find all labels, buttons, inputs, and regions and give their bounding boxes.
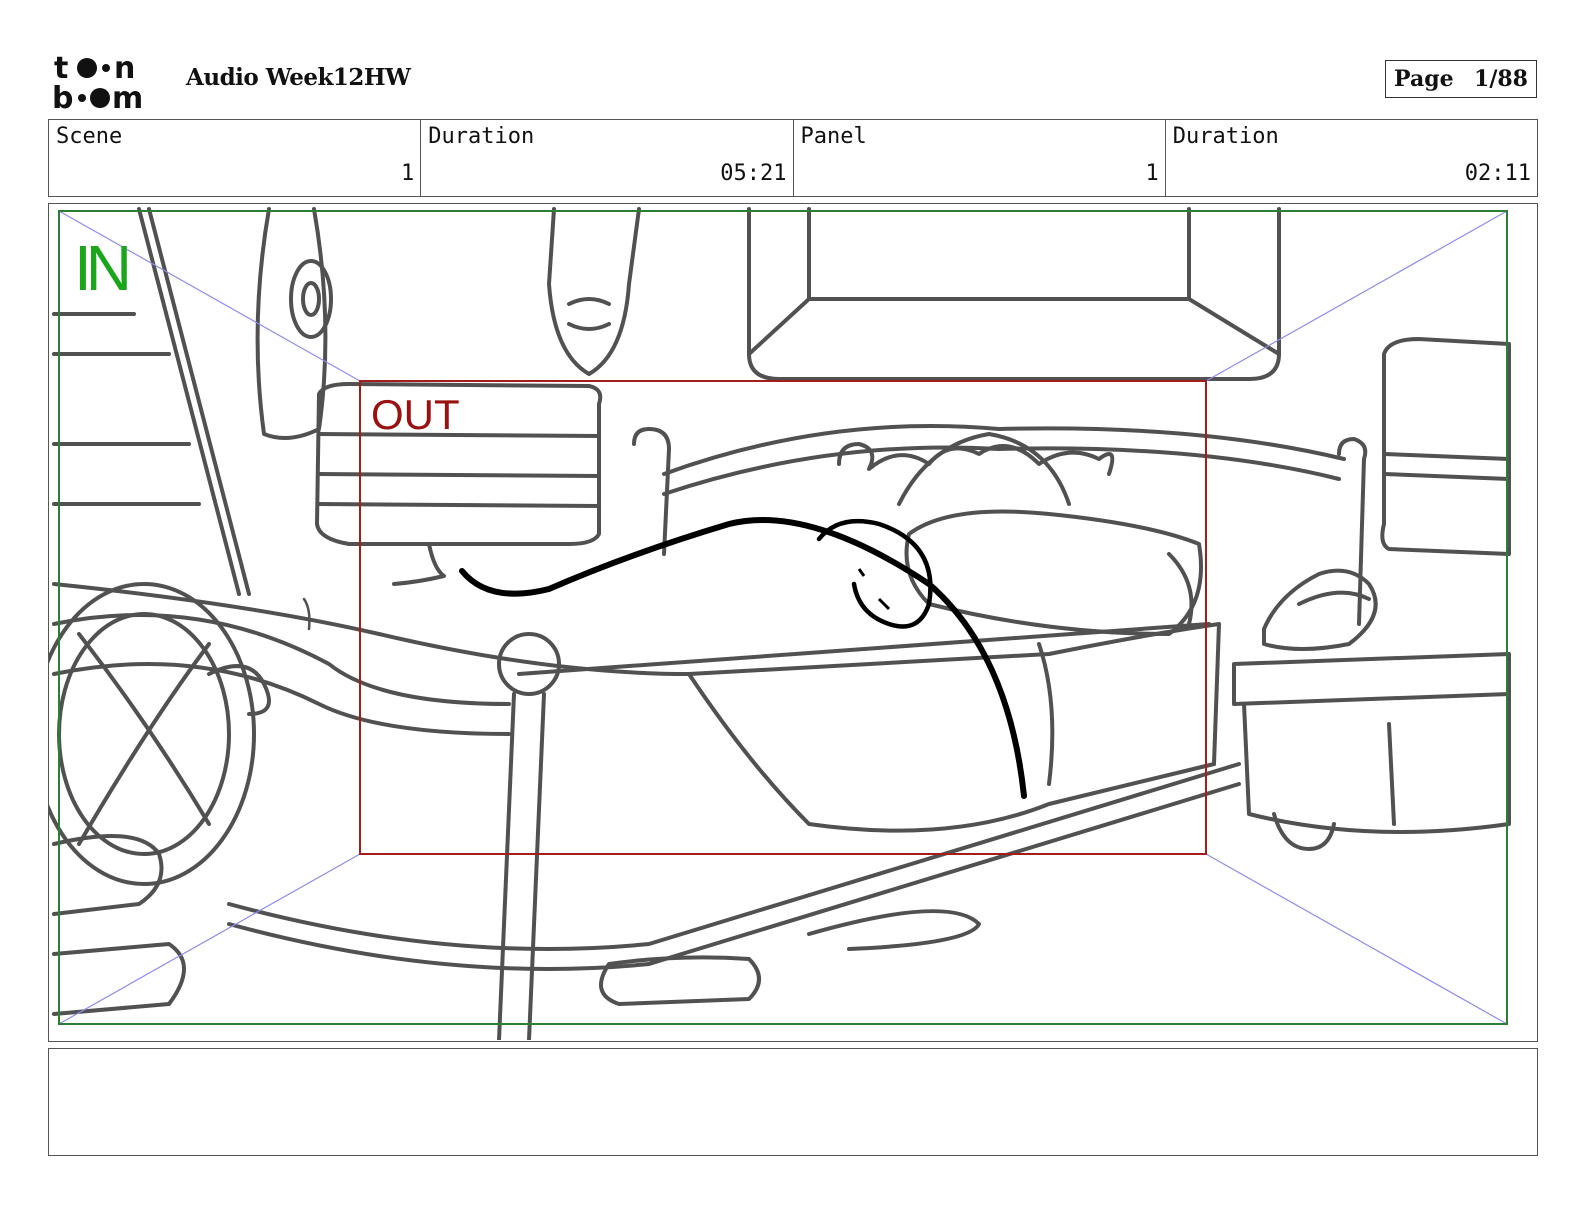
scene-duration-label: Duration (428, 124, 535, 149)
panel-label: Panel (800, 124, 867, 149)
page-indicator: Page 1/88 (1385, 60, 1537, 98)
scene-duration-value: 05:21 (720, 161, 787, 186)
panel-duration-cell: Duration 02:11 (1166, 120, 1537, 196)
svg-text:b: b (52, 81, 73, 112)
page-label: Page (1394, 66, 1454, 92)
logo-mark-icon: t n b m (52, 51, 143, 112)
panel-duration-value: 02:11 (1464, 161, 1531, 186)
bedroom-sketch-drawing (49, 207, 1511, 1040)
scene-number: 1 (401, 161, 415, 186)
panel-number: 1 (1145, 161, 1159, 186)
storyboard-panel: IN OUT (48, 203, 1538, 1042)
panel-notes-box[interactable] (48, 1048, 1538, 1156)
scene-label: Scene (56, 124, 123, 149)
panel-duration-label: Duration (1172, 124, 1279, 149)
svg-text:m: m (112, 81, 143, 112)
toon-boom-logo: t n b m (52, 50, 164, 112)
document-title: Audio Week12HW (186, 64, 411, 91)
panel-cell: Panel 1 (794, 120, 1166, 196)
scene-cell: Scene 1 (49, 120, 422, 196)
scene-duration-cell: Duration 05:21 (421, 120, 794, 196)
page-number: 1/88 (1474, 66, 1528, 92)
scene-info-row: Scene 1 Duration 05:21 Panel 1 Duration … (48, 119, 1538, 197)
out-frame-label: OUT (371, 391, 460, 438)
in-frame-label: IN (74, 232, 132, 304)
